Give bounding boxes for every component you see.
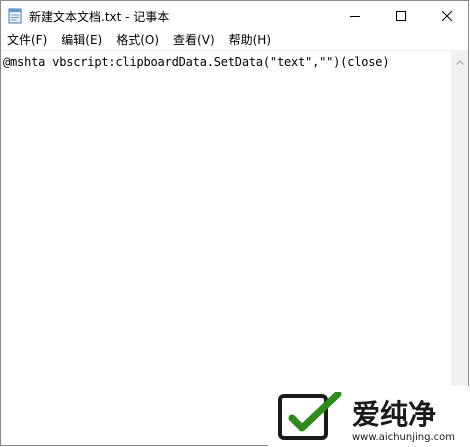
close-button[interactable] xyxy=(424,1,470,30)
minimize-icon xyxy=(350,11,360,21)
scroll-up-icon xyxy=(455,50,464,69)
menu-help[interactable]: 帮助(H) xyxy=(222,31,278,50)
notepad-window: 新建文本文档.txt - 记事本 文件(F) 编辑(E) 格式(O) 查看(V)… xyxy=(0,0,469,446)
window-title: 新建文本文档.txt - 记事本 xyxy=(29,10,170,24)
watermark: 爱纯净 www.aichunjing.com xyxy=(268,386,470,447)
close-icon xyxy=(442,10,452,21)
svg-text:爱纯净: 爱纯净 xyxy=(352,398,436,431)
editor-content[interactable]: @mshta vbscript:clipboardData.SetData("t… xyxy=(3,55,390,69)
notepad-icon xyxy=(8,8,22,24)
menu-edit[interactable]: 编辑(E) xyxy=(54,31,109,50)
menu-file[interactable]: 文件(F) xyxy=(1,31,54,50)
menu-format[interactable]: 格式(O) xyxy=(109,31,166,50)
minimize-button[interactable] xyxy=(332,1,378,30)
menu-bar: 文件(F) 编辑(E) 格式(O) 查看(V) 帮助(H) xyxy=(1,31,468,50)
title-bar[interactable]: 新建文本文档.txt - 记事本 xyxy=(1,1,468,31)
maximize-icon xyxy=(396,10,406,21)
watermark-text: 爱纯净 www.aichunjing.com xyxy=(352,398,455,443)
scroll-up-button[interactable] xyxy=(451,51,468,68)
watermark-logo xyxy=(278,392,342,440)
svg-text:www.aichunjing.com: www.aichunjing.com xyxy=(352,432,455,443)
maximize-button[interactable] xyxy=(378,1,424,30)
menu-view[interactable]: 查看(V) xyxy=(166,31,222,50)
